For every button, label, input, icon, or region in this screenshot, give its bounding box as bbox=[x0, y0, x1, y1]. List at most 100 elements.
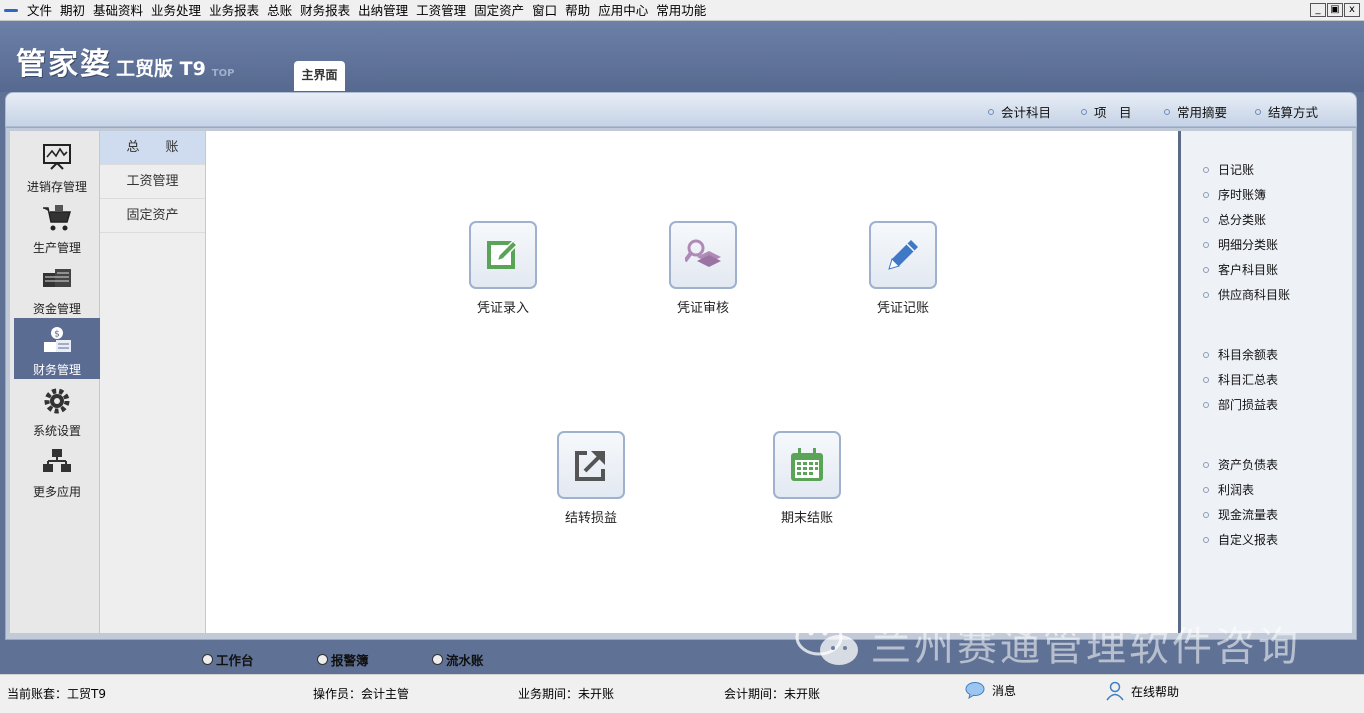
report-link-balance-sheet[interactable]: 资产负债表 bbox=[1203, 456, 1278, 473]
toolbar-link-label: 项 目 bbox=[1094, 105, 1132, 120]
toolbar-link-summaries[interactable]: 常用摘要 bbox=[1164, 102, 1227, 121]
calendar-icon bbox=[791, 448, 823, 481]
report-link-income-statement[interactable]: 利润表 bbox=[1203, 481, 1254, 498]
minimize-button[interactable]: _ bbox=[1310, 3, 1326, 17]
bullet-icon bbox=[1203, 461, 1209, 468]
report-link-journal[interactable]: 日记账 bbox=[1203, 161, 1254, 178]
sidebar-item-label: 进销存管理 bbox=[26, 180, 87, 194]
function-tile[interactable] bbox=[869, 221, 937, 289]
function-tile[interactable] bbox=[469, 221, 537, 289]
menu-common-functions[interactable]: 常用功能 bbox=[652, 0, 710, 21]
menu-file[interactable]: 文件 bbox=[23, 0, 56, 21]
report-link-dept-pnl[interactable]: 部门损益表 bbox=[1203, 396, 1278, 413]
bottom-tab-label: 工作台 bbox=[216, 653, 254, 668]
audit-search-icon bbox=[685, 239, 721, 267]
restore-button[interactable]: ▣ bbox=[1327, 3, 1343, 17]
function-carry-forward[interactable]: 结转损益 bbox=[541, 431, 641, 526]
toolbar-link-accounts[interactable]: 会计科目 bbox=[988, 102, 1051, 121]
app-header: 管家婆 工贸版 T9 TOP 主界面 bbox=[0, 21, 1364, 92]
menu-opening[interactable]: 期初 bbox=[56, 0, 89, 21]
menu-business[interactable]: 业务处理 bbox=[147, 0, 205, 21]
brand-tag: TOP bbox=[211, 68, 235, 79]
status-business-period: 业务期间：未开账 bbox=[518, 687, 615, 701]
report-link-label: 资产负债表 bbox=[1218, 458, 1279, 472]
bullet-icon bbox=[1203, 511, 1209, 518]
sub-navigation: 总 账 工资管理 固定资产 bbox=[100, 131, 206, 633]
bottom-tab-workbench[interactable]: 工作台 bbox=[202, 650, 254, 669]
menu-fixed-assets[interactable]: 固定资产 bbox=[470, 0, 528, 21]
function-label: 凭证录入 bbox=[476, 301, 529, 316]
menu-help[interactable]: 帮助 bbox=[561, 0, 594, 21]
toolbar-link-label: 会计科目 bbox=[1001, 105, 1052, 120]
bullet-icon bbox=[1203, 401, 1209, 408]
bullet-icon bbox=[1203, 241, 1209, 248]
workspace: 凭证录入 凭证审核 凭证记账 结转损益 期末结账 bbox=[206, 131, 1178, 633]
menu-app-center[interactable]: 应用中心 bbox=[594, 0, 652, 21]
report-link-custom-report[interactable]: 自定义报表 bbox=[1203, 531, 1278, 548]
sidebar-item-label: 财务管理 bbox=[32, 363, 81, 377]
menu-window[interactable]: 窗口 bbox=[528, 0, 561, 21]
function-voucher-audit[interactable]: 凭证审核 bbox=[653, 221, 753, 316]
app-system-icon[interactable] bbox=[3, 3, 19, 17]
function-label: 凭证审核 bbox=[676, 301, 729, 316]
report-link-supplier-ledger[interactable]: 供应商科目账 bbox=[1203, 286, 1290, 303]
bullet-icon bbox=[1203, 266, 1209, 273]
report-link-detail-ledger[interactable]: 明细分类账 bbox=[1203, 236, 1278, 253]
subnav-item-payroll[interactable]: 工资管理 bbox=[100, 165, 205, 199]
status-account: 当前账套：工贸T9 bbox=[7, 687, 106, 701]
menu-business-report[interactable]: 业务报表 bbox=[205, 0, 263, 21]
report-link-label: 供应商科目账 bbox=[1218, 288, 1291, 302]
sidebar-item-inventory[interactable]: 进销存管理 bbox=[14, 135, 100, 196]
close-button[interactable]: x bbox=[1344, 3, 1360, 17]
tab-main[interactable]: 主界面 bbox=[294, 61, 345, 91]
bullet-icon bbox=[1203, 351, 1209, 358]
function-tile[interactable] bbox=[773, 431, 841, 499]
sidebar-item-label: 系统设置 bbox=[32, 424, 81, 438]
bottom-tab-ledger-flow[interactable]: 流水账 bbox=[432, 650, 484, 669]
report-link-label: 部门损益表 bbox=[1218, 398, 1279, 412]
function-period-close[interactable]: 期末结账 bbox=[757, 431, 857, 526]
sidebar-item-finance[interactable]: $ 财务管理 bbox=[14, 318, 100, 379]
report-link-cash-flow[interactable]: 现金流量表 bbox=[1203, 506, 1278, 523]
report-link-chronological[interactable]: 序时账簿 bbox=[1203, 186, 1266, 203]
report-link-customer-ledger[interactable]: 客户科目账 bbox=[1203, 261, 1278, 278]
sidebar-item-settings[interactable]: 系统设置 bbox=[14, 379, 100, 440]
message-button[interactable]: 消息 bbox=[965, 681, 1016, 699]
menu-general-ledger[interactable]: 总账 bbox=[263, 0, 296, 21]
function-voucher-entry[interactable]: 凭证录入 bbox=[453, 221, 553, 316]
menu-payroll[interactable]: 工资管理 bbox=[412, 0, 470, 21]
bottom-tab-alerts[interactable]: 报警簿 bbox=[317, 650, 369, 669]
svg-text:$: $ bbox=[54, 330, 60, 340]
menu-cashier[interactable]: 出纳管理 bbox=[354, 0, 412, 21]
function-voucher-posting[interactable]: 凭证记账 bbox=[853, 221, 953, 316]
function-label: 结转损益 bbox=[564, 511, 617, 526]
menu-financial-report[interactable]: 财务报表 bbox=[296, 0, 354, 21]
menu-basic-data[interactable]: 基础资料 bbox=[89, 0, 147, 21]
sidebar-item-label: 生产管理 bbox=[32, 241, 81, 255]
export-icon bbox=[575, 451, 605, 481]
status-bar: 当前账套：工贸T9 操作员：会计主管 业务期间：未开账 会计期间：未开账 消息 … bbox=[0, 674, 1364, 713]
subnav-item-general-ledger[interactable]: 总 账 bbox=[100, 131, 205, 165]
report-link-label: 自定义报表 bbox=[1218, 533, 1279, 547]
money-stack-icon bbox=[43, 269, 71, 287]
sidebar-item-funds[interactable]: 资金管理 bbox=[14, 257, 100, 318]
subnav-item-fixed-assets[interactable]: 固定资产 bbox=[100, 199, 205, 233]
sidebar-item-more-apps[interactable]: 更多应用 bbox=[14, 440, 100, 501]
pencil-icon bbox=[888, 240, 918, 270]
function-tile[interactable] bbox=[557, 431, 625, 499]
report-panel: 日记账 序时账簿 总分类账 明细分类账 客户科目账 供应商科目账 科目余额表 科… bbox=[1178, 131, 1352, 633]
report-link-label: 明细分类账 bbox=[1218, 238, 1279, 252]
network-icon bbox=[43, 449, 71, 472]
radio-icon bbox=[432, 654, 443, 665]
report-link-general-ledger[interactable]: 总分类账 bbox=[1203, 211, 1266, 228]
report-link-account-summary[interactable]: 科目汇总表 bbox=[1203, 371, 1278, 388]
report-link-account-balance[interactable]: 科目余额表 bbox=[1203, 346, 1278, 363]
toolbar-link-projects[interactable]: 项 目 bbox=[1081, 102, 1132, 121]
sidebar-item-production[interactable]: 生产管理 bbox=[14, 196, 100, 257]
function-tile[interactable] bbox=[669, 221, 737, 289]
bullet-icon bbox=[1164, 108, 1170, 115]
report-link-label: 利润表 bbox=[1218, 483, 1255, 497]
online-help-button[interactable]: 在线帮助 bbox=[1105, 681, 1179, 701]
toolbar-link-settlement[interactable]: 结算方式 bbox=[1255, 102, 1318, 121]
bullet-icon bbox=[1081, 108, 1087, 115]
